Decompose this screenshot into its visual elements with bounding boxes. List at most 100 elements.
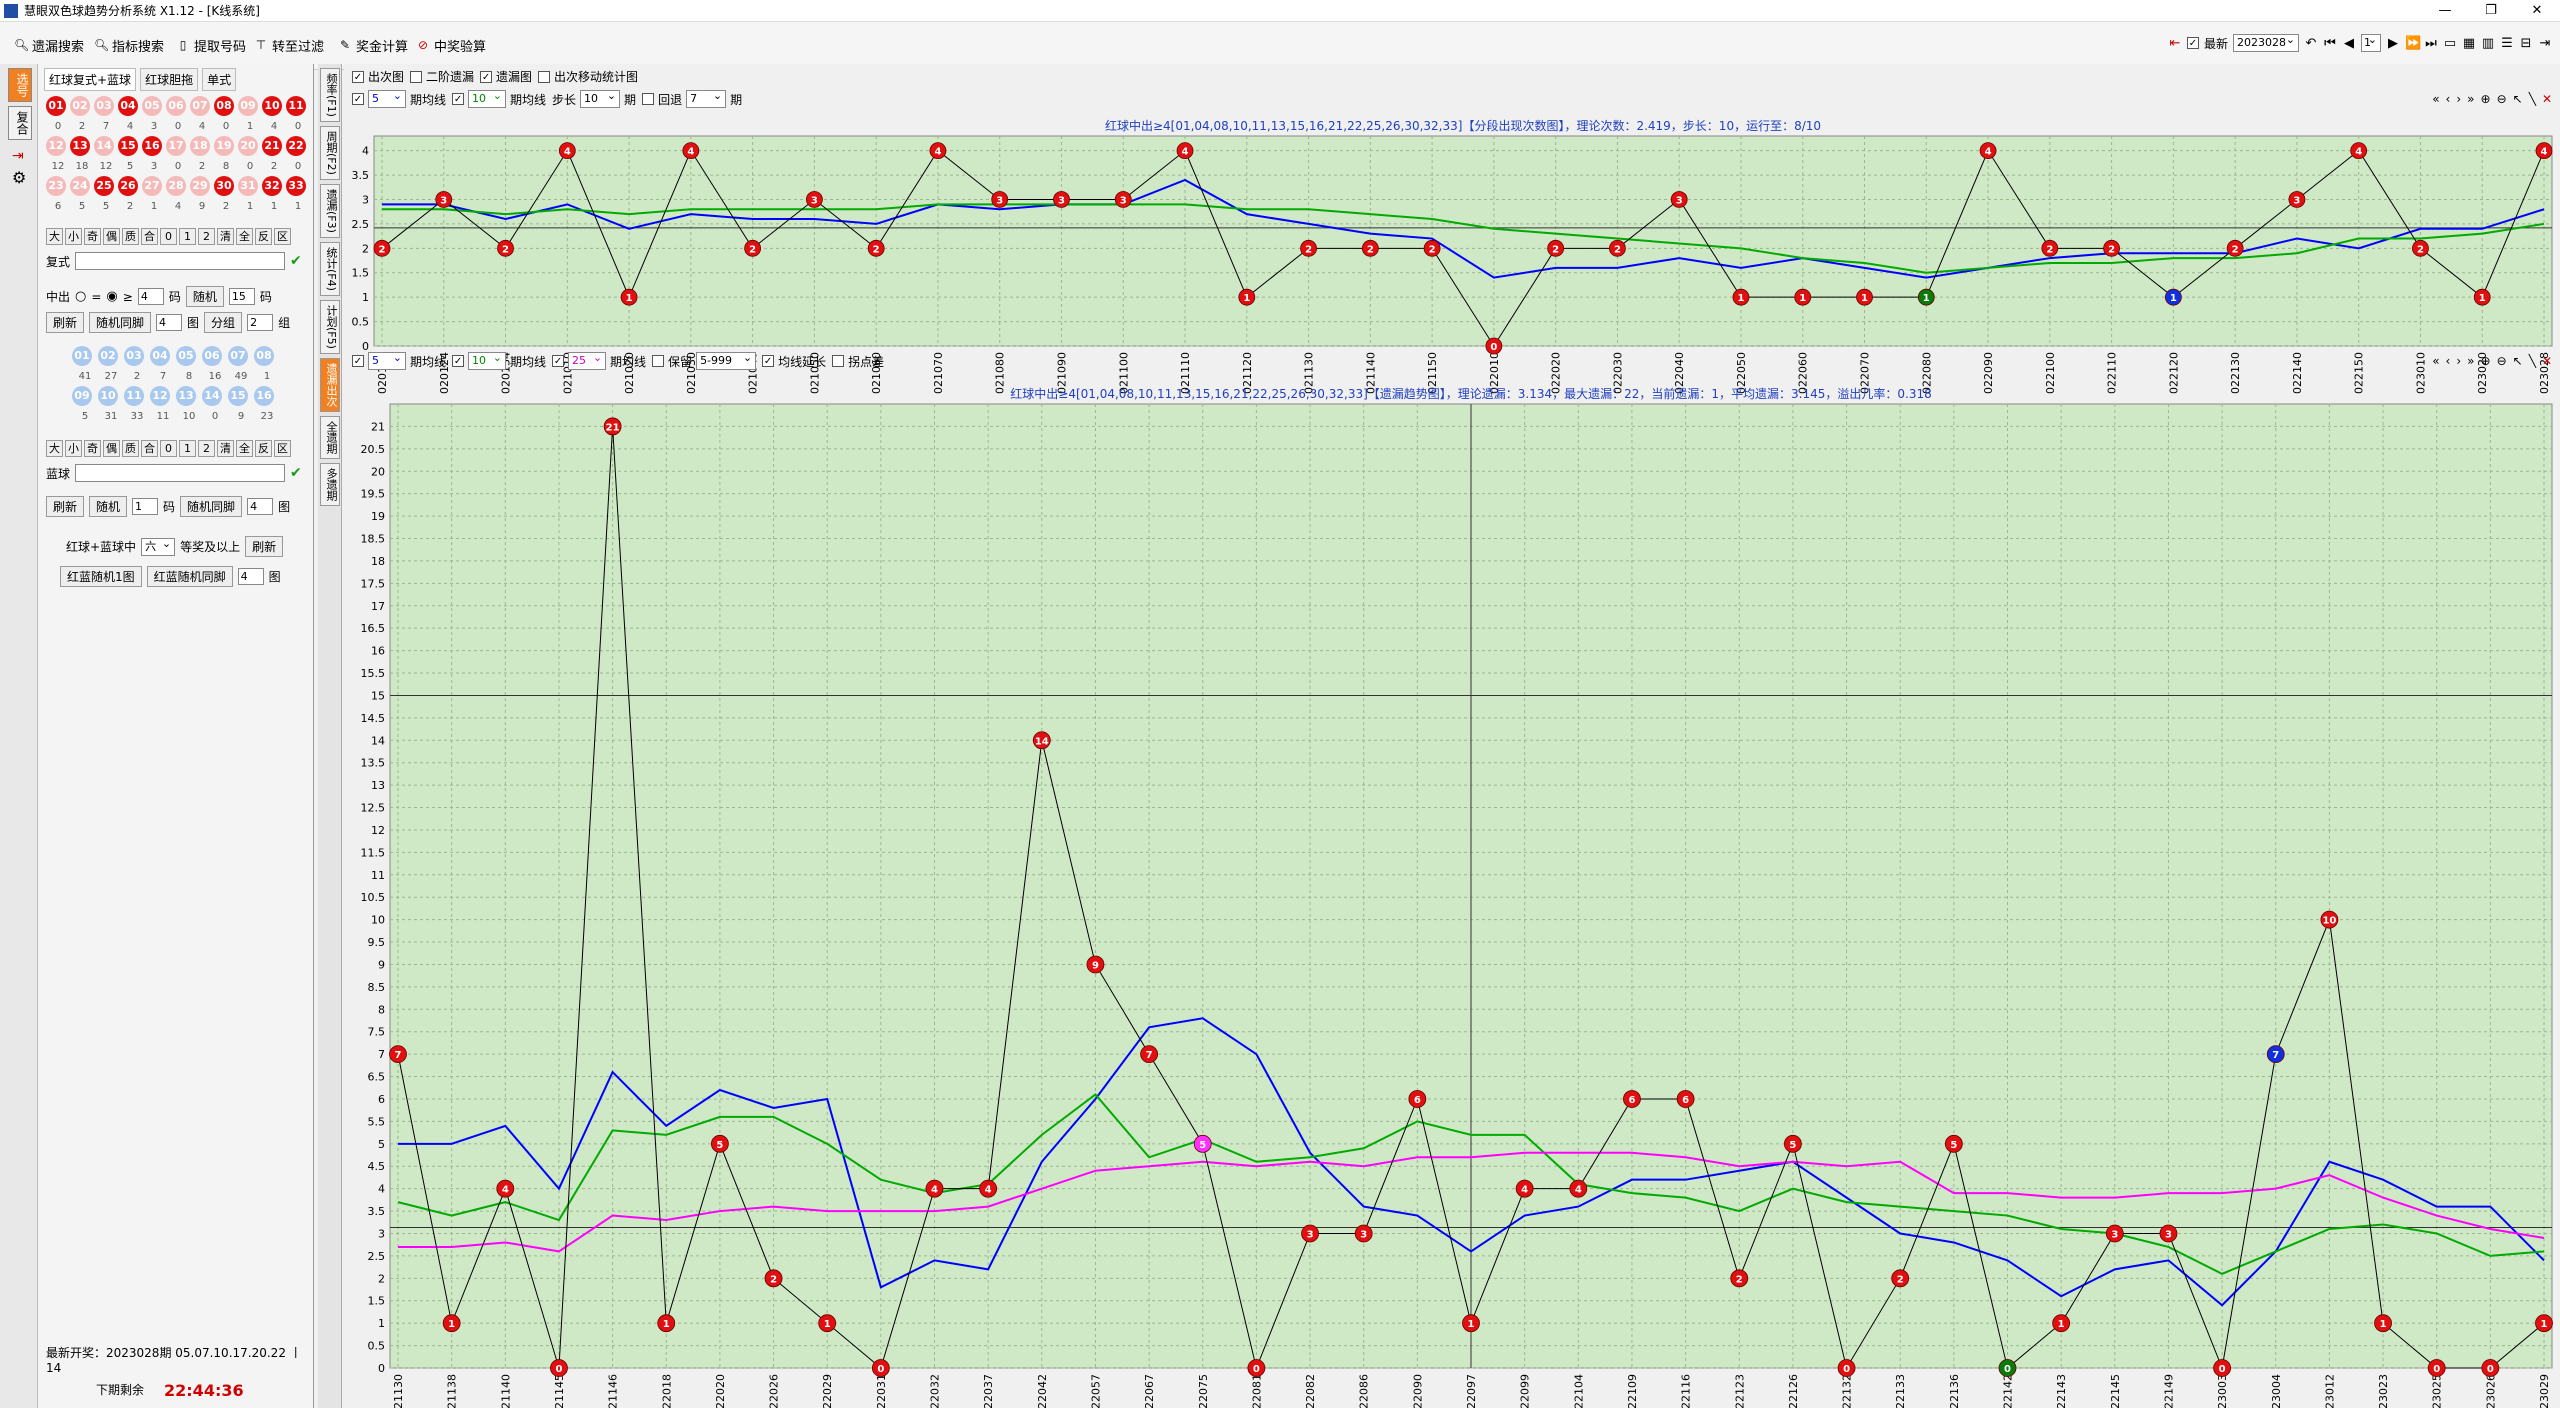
- ma2-select[interactable]: 10: [468, 88, 507, 108]
- zoom-in-icon[interactable]: ⊕: [2481, 354, 2491, 368]
- red-ball[interactable]: 17: [166, 136, 186, 156]
- blue-ball[interactable]: 11: [124, 386, 144, 406]
- restore-button[interactable]: ❐: [2468, 0, 2514, 22]
- filter-key[interactable]: 奇: [84, 440, 101, 457]
- red-ball[interactable]: 29: [190, 176, 210, 196]
- tab-period[interactable]: 周期(F2): [320, 125, 340, 180]
- blue-random-same-spinner[interactable]: 4: [247, 498, 274, 515]
- clear-icon[interactable]: ✕: [2542, 92, 2552, 106]
- blue-ball[interactable]: 02: [98, 346, 118, 366]
- tab-plan[interactable]: 计划(F5): [320, 299, 340, 354]
- red-ball[interactable]: 24: [70, 176, 90, 196]
- red-ball[interactable]: 13: [70, 136, 90, 156]
- filter-key[interactable]: 清: [217, 228, 234, 245]
- blue-ball[interactable]: 05: [176, 346, 196, 366]
- gear-icon[interactable]: ⚙: [12, 168, 37, 187]
- random-button[interactable]: 随机: [185, 286, 224, 307]
- ma1-select[interactable]: 5: [368, 88, 406, 108]
- layout-grid-icon[interactable]: ▦: [2462, 36, 2476, 51]
- occurrence-chart-checkbox[interactable]: ✓: [352, 70, 364, 83]
- scroll-next-icon[interactable]: ›: [2456, 354, 2461, 368]
- random-count-spinner[interactable]: 15: [228, 288, 255, 305]
- filter-key[interactable]: 2: [198, 228, 215, 245]
- scroll-first-icon[interactable]: «: [2432, 92, 2439, 106]
- first-marker-icon[interactable]: ⇤: [2168, 36, 2182, 51]
- filter-key[interactable]: 全: [236, 440, 253, 457]
- draw-line-icon[interactable]: ╲: [2529, 92, 2536, 106]
- red-ball[interactable]: 32: [262, 176, 282, 196]
- latest-checkbox[interactable]: ✓: [2186, 37, 2199, 49]
- red-ball[interactable]: 06: [166, 96, 186, 116]
- moving-stat-checkbox[interactable]: [538, 70, 551, 83]
- extract-numbers-button[interactable]: ▯ 提取号码: [176, 34, 246, 56]
- pointer-icon[interactable]: ↖: [2513, 354, 2523, 368]
- ma10-checkbox[interactable]: ✓: [452, 355, 465, 367]
- ma2-checkbox[interactable]: ✓: [452, 93, 465, 105]
- red-ball[interactable]: 14: [94, 136, 114, 156]
- tab-missing-occurrence[interactable]: 遗漏出次: [320, 357, 340, 412]
- ma25-select[interactable]: 25: [568, 350, 607, 370]
- first-page-icon[interactable]: ⏮: [2323, 36, 2337, 51]
- win-verify-button[interactable]: ⊘ 中奖验算: [416, 34, 486, 56]
- prize-level-select[interactable]: 六: [141, 536, 176, 556]
- layout-split-icon[interactable]: ⊟: [2519, 36, 2533, 51]
- blue-random-spinner[interactable]: 1: [132, 498, 159, 515]
- red-ball[interactable]: 23: [46, 176, 66, 196]
- red-ball[interactable]: 25: [94, 176, 114, 196]
- filter-key[interactable]: 反: [255, 228, 272, 245]
- filter-key[interactable]: 清: [217, 440, 234, 457]
- red-ball[interactable]: 05: [142, 96, 162, 116]
- filter-key[interactable]: 小: [65, 228, 82, 245]
- back-select[interactable]: 7: [686, 88, 727, 108]
- scroll-next-icon[interactable]: ›: [2456, 92, 2461, 106]
- red-ball[interactable]: 16: [142, 136, 162, 156]
- red-ball[interactable]: 03: [94, 96, 114, 116]
- tab-statistics[interactable]: 统计(F4): [320, 241, 340, 296]
- red-ball[interactable]: 18: [190, 136, 210, 156]
- combo-refresh-button[interactable]: 刷新: [245, 536, 284, 557]
- step-select[interactable]: 10: [580, 88, 621, 108]
- zoom-out-icon[interactable]: ⊖: [2497, 92, 2507, 106]
- red-blue-random-same-button[interactable]: 红蓝随机同脚: [146, 566, 233, 587]
- missing-search-button[interactable]: 🔍︎ 遗漏搜索: [14, 34, 84, 56]
- pointer-icon[interactable]: ↖: [2513, 92, 2523, 106]
- keep-checkbox[interactable]: [652, 355, 665, 367]
- red-ball[interactable]: 07: [190, 96, 210, 116]
- filter-key[interactable]: 0: [160, 440, 177, 457]
- confirm-check-icon[interactable]: ✔: [290, 253, 302, 269]
- nav-combined[interactable]: 复合: [8, 106, 32, 140]
- red-ball[interactable]: 09: [238, 96, 258, 116]
- random-same-spinner[interactable]: 4: [156, 314, 183, 331]
- red-ball[interactable]: 31: [238, 176, 258, 196]
- red-ball[interactable]: 08: [214, 96, 234, 116]
- goto-filter-button[interactable]: ⊤ 转至过滤: [254, 34, 324, 56]
- filter-key[interactable]: 0: [160, 228, 177, 245]
- blue-ball[interactable]: 01: [72, 346, 92, 366]
- red-ball[interactable]: 21: [262, 136, 282, 156]
- filter-key[interactable]: 奇: [84, 228, 101, 245]
- red-ball[interactable]: 12: [46, 136, 66, 156]
- close-button[interactable]: ✕: [2514, 0, 2560, 22]
- filter-key[interactable]: 区: [274, 228, 291, 245]
- red-ball[interactable]: 02: [70, 96, 90, 116]
- red-ball[interactable]: 33: [286, 176, 306, 196]
- hit-count-spinner[interactable]: 4: [137, 288, 164, 305]
- scroll-last-icon[interactable]: »: [2467, 92, 2474, 106]
- layout-columns-icon[interactable]: ▥: [2481, 36, 2495, 51]
- red-ball[interactable]: 28: [166, 176, 186, 196]
- tab-frequency[interactable]: 频率(F1): [320, 68, 340, 122]
- red-ball[interactable]: 04: [118, 96, 138, 116]
- turning-checkbox[interactable]: [832, 355, 845, 367]
- red-ball[interactable]: 20: [238, 136, 258, 156]
- filter-key[interactable]: 全: [236, 228, 253, 245]
- group-button[interactable]: 分组: [204, 312, 243, 333]
- blue-refresh-button[interactable]: 刷新: [46, 496, 85, 517]
- blue-input[interactable]: [75, 464, 286, 482]
- random-same-button[interactable]: 随机同脚: [89, 312, 152, 333]
- draw-line-icon[interactable]: ╲: [2529, 354, 2536, 368]
- missing-chart-checkbox[interactable]: ✓: [480, 70, 493, 83]
- filter-key[interactable]: 1: [179, 228, 196, 245]
- filter-key[interactable]: 小: [65, 440, 82, 457]
- undo-icon[interactable]: ↶: [2304, 36, 2318, 51]
- blue-ball[interactable]: 14: [202, 386, 222, 406]
